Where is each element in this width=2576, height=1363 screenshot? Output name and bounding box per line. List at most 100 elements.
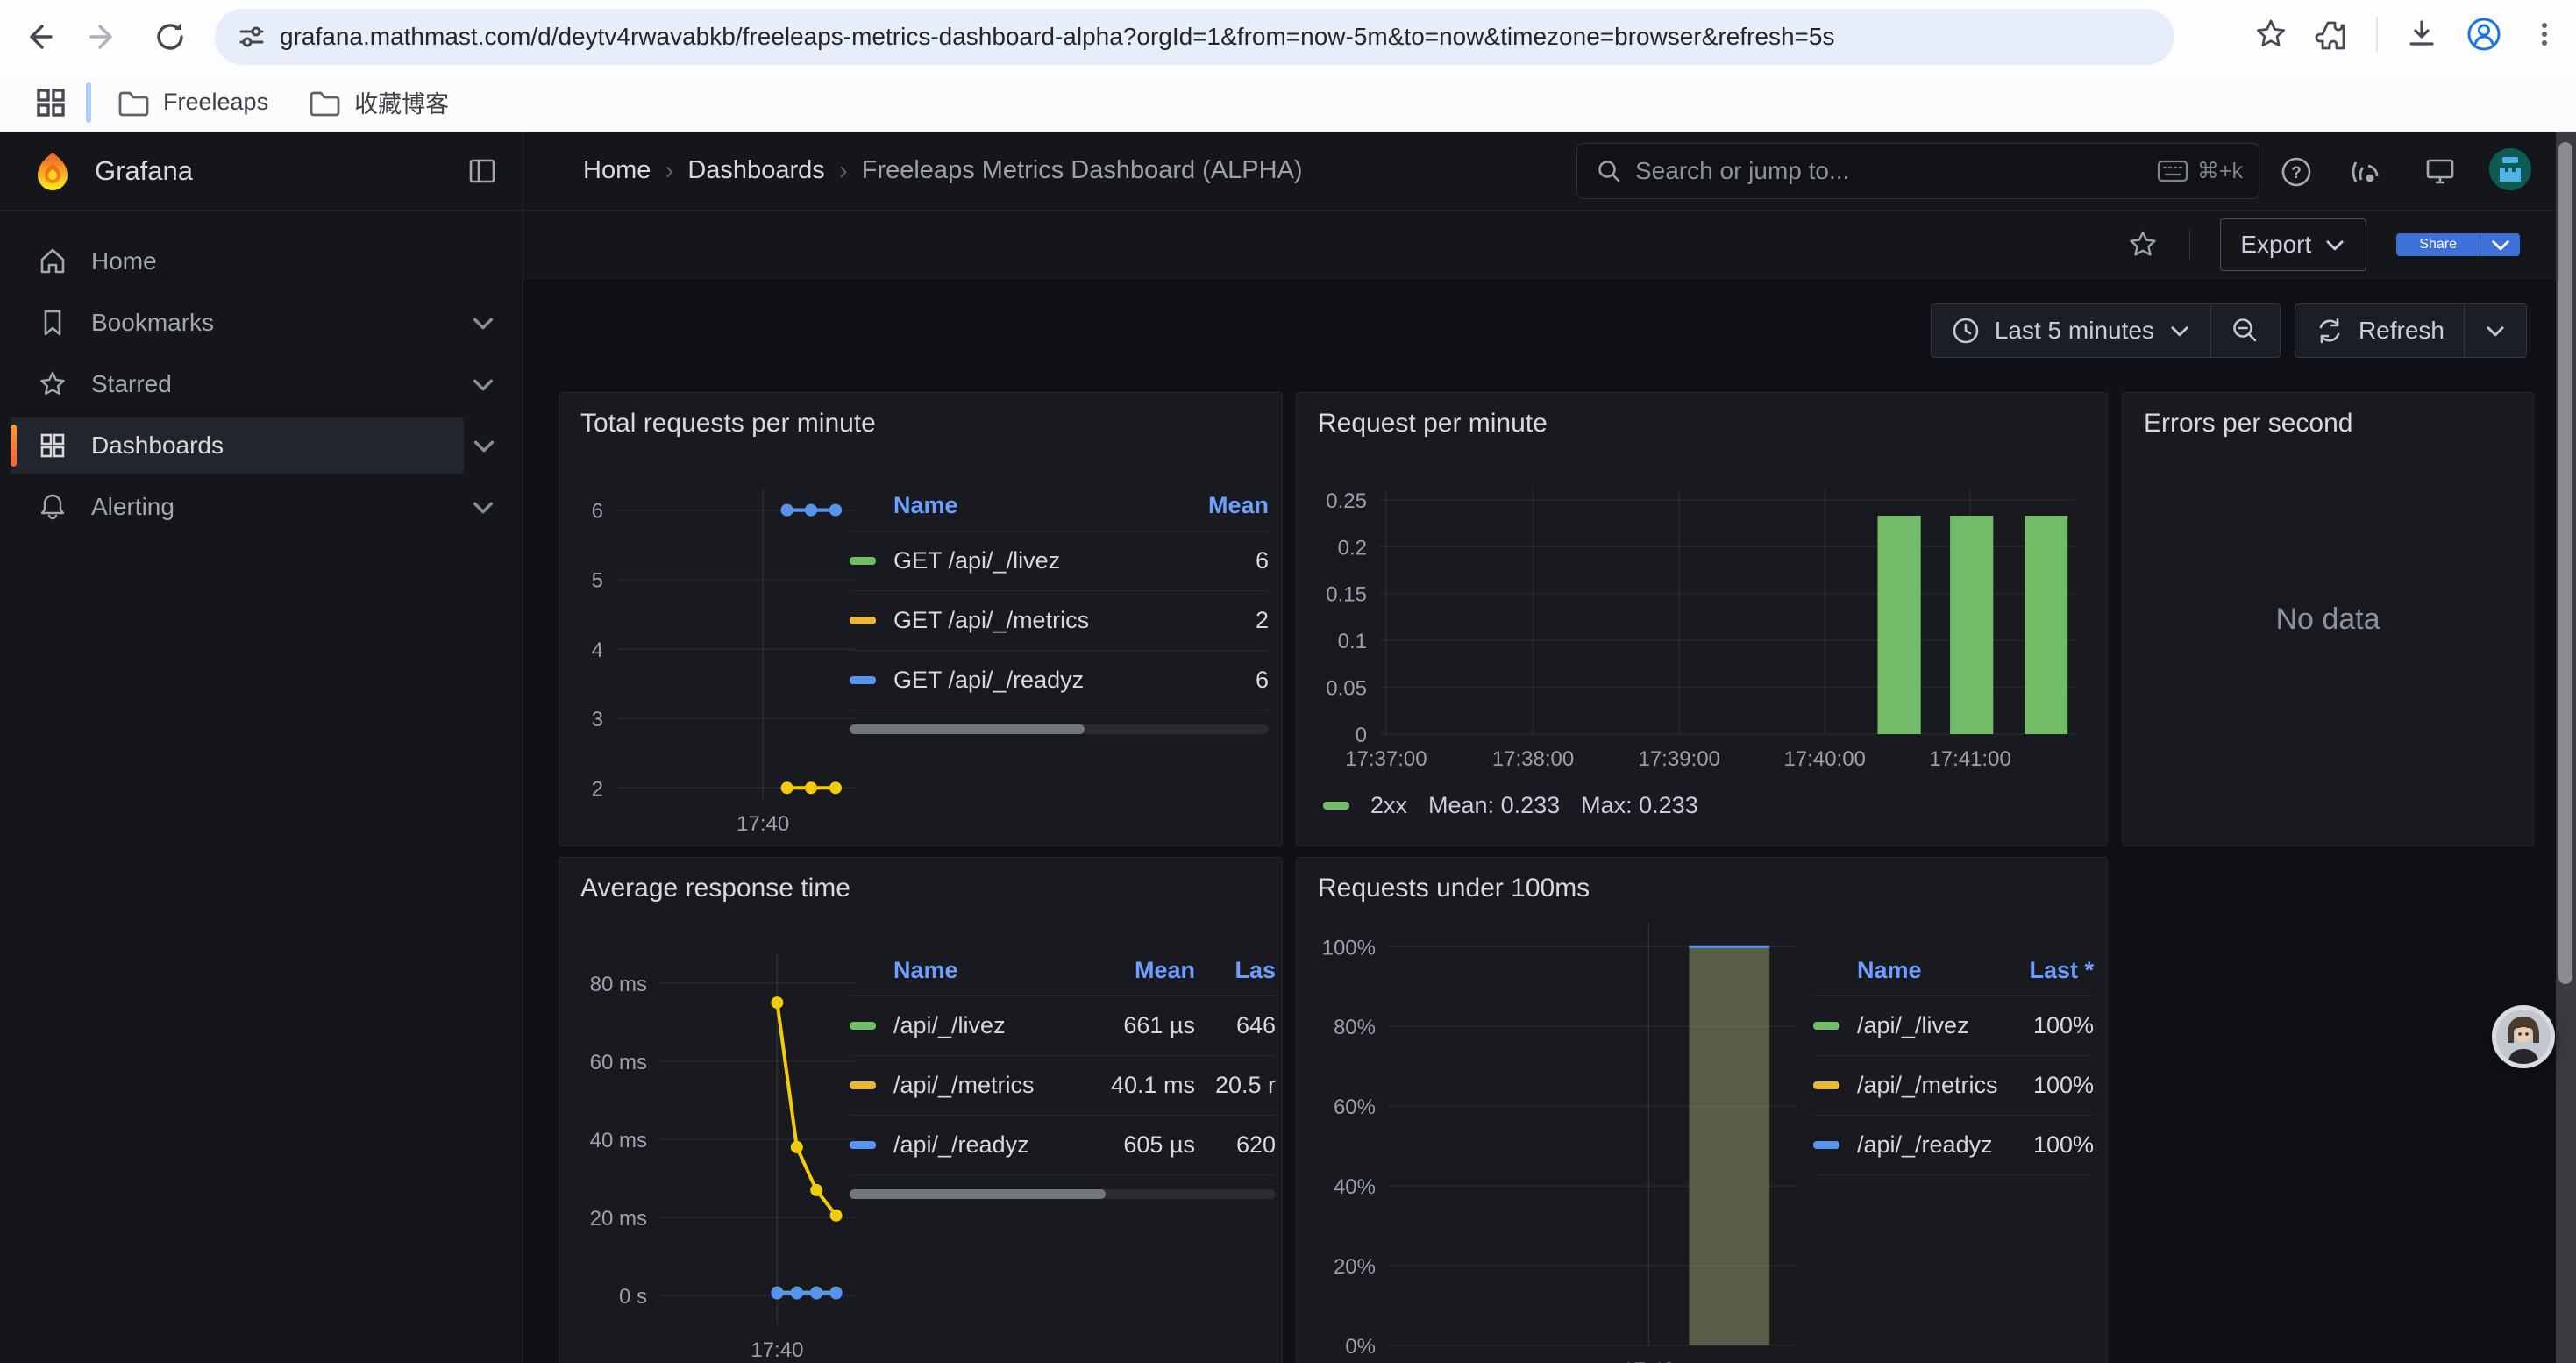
svg-text:20 ms: 20 ms bbox=[590, 1207, 647, 1231]
legend-row[interactable]: /api/_/livez661 µs646 bbox=[850, 996, 1276, 1056]
sidebar-item-dashboards[interactable]: Dashboards bbox=[11, 417, 464, 474]
series-value: 605 µs bbox=[1064, 1131, 1195, 1159]
help-icon[interactable]: ? bbox=[2280, 155, 2313, 189]
legend-row[interactable]: GET /api/_/metrics2 bbox=[850, 591, 1269, 651]
column-header[interactable]: Last * bbox=[1997, 957, 2094, 984]
browser-forward-button[interactable] bbox=[82, 16, 125, 58]
legend-row[interactable]: /api/_/metrics100% bbox=[1813, 1056, 2094, 1116]
svg-text:17:38:00: 17:38:00 bbox=[1492, 747, 1574, 771]
search-icon bbox=[1595, 157, 1623, 185]
svg-text:6: 6 bbox=[592, 500, 603, 524]
series-color-dash bbox=[1323, 802, 1349, 810]
bookmark-folder-blogs[interactable]: 收藏博客 bbox=[307, 85, 449, 119]
legend-header-row: NameMean bbox=[850, 481, 1269, 532]
panel-title[interactable]: Average response time bbox=[580, 874, 850, 903]
column-header[interactable]: Las bbox=[1195, 957, 1276, 984]
sidebar-item-home[interactable]: Home bbox=[0, 233, 523, 289]
browser-back-button[interactable] bbox=[18, 16, 60, 58]
refresh-interval-button[interactable] bbox=[2464, 304, 2526, 357]
refresh-group: Refresh bbox=[2295, 303, 2527, 358]
sidebar-item-label: Bookmarks bbox=[91, 309, 214, 337]
clock-icon bbox=[1951, 316, 1981, 346]
browser-reload-button[interactable] bbox=[149, 16, 191, 58]
search-input[interactable] bbox=[1635, 157, 2157, 185]
svg-text:40%: 40% bbox=[1334, 1175, 1376, 1199]
average-response-time-chart[interactable]: 80 ms60 ms40 ms20 ms0 s17:40 bbox=[572, 941, 866, 1363]
news-rss-icon[interactable] bbox=[2349, 155, 2382, 189]
legend-row[interactable]: GET /api/_/livez6 bbox=[850, 532, 1269, 591]
address-bar[interactable]: grafana.mathmast.com/d/deytv4rwavabkb/fr… bbox=[215, 9, 2174, 65]
share-menu-button[interactable] bbox=[2480, 233, 2520, 256]
total-requests-chart[interactable]: 6543217:40 bbox=[572, 476, 866, 838]
refresh-button[interactable]: Refresh bbox=[2295, 304, 2464, 357]
panel-title[interactable]: Request per minute bbox=[1318, 409, 1548, 439]
legend-row[interactable]: 2xx Mean: 0.233 Max: 0.233 bbox=[1323, 792, 1698, 819]
bell-icon bbox=[37, 491, 68, 523]
legend-scrollbar[interactable] bbox=[850, 1189, 1276, 1199]
column-header[interactable]: Name bbox=[893, 492, 1163, 519]
download-icon[interactable] bbox=[2404, 17, 2439, 52]
breadcrumb-home[interactable]: Home bbox=[583, 156, 651, 185]
svg-text:17:37:00: 17:37:00 bbox=[1345, 747, 1427, 771]
user-avatar[interactable] bbox=[2489, 148, 2531, 190]
grafana-logo[interactable] bbox=[32, 150, 74, 192]
chevron-down-icon[interactable] bbox=[470, 494, 496, 520]
svg-text:0.25: 0.25 bbox=[1326, 489, 1367, 513]
legend-row[interactable]: GET /api/_/readyz6 bbox=[850, 651, 1269, 710]
svg-text:4: 4 bbox=[592, 639, 603, 662]
zoom-out-icon bbox=[2231, 316, 2260, 346]
chevron-down-icon[interactable] bbox=[471, 432, 497, 459]
search-box[interactable]: ⌘+k bbox=[1576, 143, 2259, 199]
legend-row[interactable]: /api/_/readyz605 µs620 bbox=[850, 1116, 1276, 1175]
series-color-dash bbox=[1813, 1081, 1839, 1089]
breadcrumb-separator: › bbox=[665, 156, 673, 186]
legend-table[interactable]: NameLast */api/_/livez100%/api/_/metrics… bbox=[1813, 946, 2094, 1175]
page-scrollbar[interactable] bbox=[2556, 132, 2576, 1363]
bookmark-folder-freeleaps[interactable]: Freeleaps bbox=[116, 86, 268, 119]
apps-grid-icon[interactable] bbox=[32, 83, 70, 122]
series-color-dash bbox=[850, 557, 876, 565]
column-header[interactable]: Mean bbox=[1163, 492, 1269, 519]
legend-row[interactable]: /api/_/readyz100% bbox=[1813, 1116, 2094, 1175]
breadcrumb-dashboards[interactable]: Dashboards bbox=[687, 156, 824, 185]
panel-title[interactable]: Requests under 100ms bbox=[1318, 874, 1590, 903]
requests-under-100ms-chart[interactable]: 100%80%60%40%20%0%17:40 bbox=[1311, 910, 1807, 1363]
export-button[interactable]: Export bbox=[2220, 218, 2366, 271]
site-info-icon[interactable] bbox=[236, 21, 267, 53]
panel-title[interactable]: Total requests per minute bbox=[580, 409, 876, 439]
series-color-dash bbox=[850, 1081, 876, 1089]
column-header[interactable]: Mean bbox=[1064, 957, 1195, 984]
legend-table[interactable]: NameMeanLas/api/_/livez661 µs646/api/_/m… bbox=[850, 946, 1276, 1199]
legend-scrollbar[interactable] bbox=[850, 724, 1269, 734]
series-name: /api/_/metrics bbox=[893, 1072, 1064, 1099]
browser-menu-kebab-icon[interactable] bbox=[2529, 18, 2560, 50]
legend-row[interactable]: /api/_/livez100% bbox=[1813, 996, 2094, 1056]
column-header[interactable]: Name bbox=[1857, 957, 1997, 984]
series-name: /api/_/metrics bbox=[1857, 1072, 1997, 1099]
legend-table[interactable]: NameMeanGET /api/_/livez6GET /api/_/metr… bbox=[850, 481, 1269, 734]
chevron-down-icon[interactable] bbox=[470, 310, 496, 336]
monitor-icon[interactable] bbox=[2423, 155, 2457, 189]
legend-row[interactable]: /api/_/metrics40.1 ms20.5 r bbox=[850, 1056, 1276, 1116]
page-scrollbar-thumb[interactable] bbox=[2558, 142, 2572, 984]
sidebar-item-starred[interactable]: Starred bbox=[0, 356, 523, 412]
floating-assistant-avatar[interactable] bbox=[2492, 1005, 2555, 1068]
extensions-puzzle-icon[interactable] bbox=[2315, 17, 2350, 52]
panel-total-requests-per-minute: Total requests per minute 6543217:40 Nam… bbox=[559, 392, 1283, 846]
share-button-group: Share bbox=[2396, 233, 2520, 256]
sidebar-item-bookmarks[interactable]: Bookmarks bbox=[0, 295, 523, 351]
sidebar-collapse-icon[interactable] bbox=[466, 155, 498, 187]
series-color-dash bbox=[1813, 1141, 1839, 1149]
bookmark-star-icon[interactable] bbox=[2253, 17, 2288, 52]
series-mean: Mean: 0.233 bbox=[1428, 792, 1560, 819]
time-range-picker[interactable]: Last 5 minutes bbox=[1932, 304, 2210, 357]
column-header[interactable]: Name bbox=[893, 957, 1064, 984]
share-button[interactable]: Share bbox=[2396, 233, 2480, 256]
refresh-icon bbox=[2315, 316, 2345, 346]
favorite-star-icon[interactable] bbox=[2126, 228, 2160, 261]
chevron-down-icon[interactable] bbox=[470, 371, 496, 397]
zoom-out-button[interactable] bbox=[2210, 304, 2280, 357]
request-per-minute-chart[interactable]: 0.250.20.150.10.05017:37:0017:38:0017:39… bbox=[1311, 476, 2086, 773]
sidebar-item-alerting[interactable]: Alerting bbox=[0, 479, 523, 535]
browser-profile-icon[interactable] bbox=[2466, 16, 2502, 53]
